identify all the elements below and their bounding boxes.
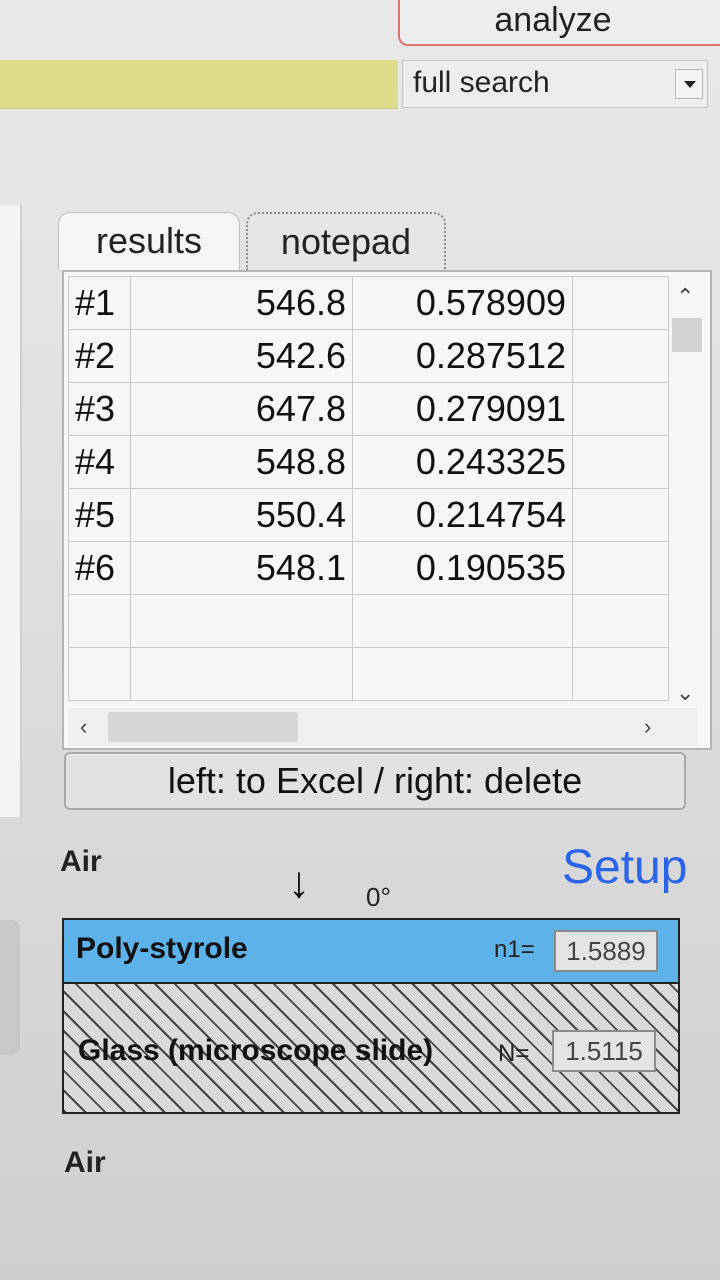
table-row[interactable]: #1 546.8 0.578909 [68, 276, 669, 330]
row-value[interactable]: 0.243325 [352, 435, 573, 489]
horizontal-scroll-thumb[interactable] [108, 712, 298, 742]
left-panel-edge [0, 205, 22, 817]
row-value[interactable]: 0.578909 [352, 276, 573, 330]
empty-cell[interactable] [352, 647, 573, 701]
row-wavelength[interactable]: 548.8 [130, 435, 353, 489]
row-id[interactable]: #1 [68, 276, 131, 330]
chevron-right-icon[interactable]: › [644, 714, 651, 740]
row-id[interactable]: #5 [68, 488, 131, 542]
layer-poly-styrole[interactable]: Poly-styrole n1= 1.5889 [62, 918, 680, 984]
row-empty-cell[interactable] [572, 329, 669, 383]
excel-delete-button[interactable]: left: to Excel / right: delete [64, 752, 686, 810]
empty-cell[interactable] [68, 594, 131, 648]
tab-notepad-label: notepad [280, 221, 412, 262]
search-input[interactable] [0, 60, 398, 109]
layer-name: Poly-styrole [76, 932, 248, 965]
layer-glass[interactable]: Glass (microscope slide) N= 1.5115 [62, 984, 680, 1114]
row-id[interactable]: #4 [68, 435, 131, 489]
layer-name: Glass (microscope slide) [78, 1034, 434, 1067]
row-wavelength[interactable]: 546.8 [130, 276, 353, 330]
table-row[interactable] [68, 594, 669, 648]
row-empty-cell[interactable] [572, 276, 669, 330]
setup-link[interactable]: Setup [562, 840, 687, 895]
incidence-angle: 0° [366, 882, 391, 912]
n-label: n1= [494, 936, 535, 963]
row-value[interactable]: 0.287512 [352, 329, 573, 383]
row-value[interactable]: 0.214754 [352, 488, 573, 542]
table-row[interactable]: #6 548.1 0.190535 [68, 541, 669, 595]
chevron-down-icon[interactable] [675, 69, 703, 99]
bottom-medium-label: Air [64, 1146, 106, 1179]
row-empty-cell[interactable] [572, 488, 669, 542]
analyze-button[interactable]: analyze [398, 0, 720, 46]
empty-cell[interactable] [130, 647, 353, 701]
tab-notepad[interactable]: notepad [246, 212, 446, 270]
table-row[interactable]: #2 542.6 0.287512 [68, 329, 669, 383]
row-empty-cell[interactable] [572, 435, 669, 489]
chevron-left-icon[interactable]: ‹ [80, 714, 87, 740]
search-mode-value: full search [413, 66, 550, 99]
empty-cell[interactable] [572, 647, 669, 701]
empty-cell[interactable] [572, 594, 669, 648]
table-row[interactable]: #5 550.4 0.214754 [68, 488, 669, 542]
left-button-edge[interactable] [0, 920, 20, 1055]
empty-cell[interactable] [352, 594, 573, 648]
n-substrate-field[interactable]: 1.5115 [552, 1030, 656, 1072]
tab-results[interactable]: results [58, 212, 240, 270]
chevron-up-icon[interactable]: ⌃ [676, 284, 694, 310]
row-empty-cell[interactable] [572, 541, 669, 595]
table-row[interactable] [68, 647, 669, 701]
table-row[interactable]: #4 548.8 0.243325 [68, 435, 669, 489]
n1-field[interactable]: 1.5889 [554, 930, 658, 972]
row-wavelength[interactable]: 550.4 [130, 488, 353, 542]
row-id[interactable]: #6 [68, 541, 131, 595]
n-label: N= [498, 1040, 530, 1067]
empty-cell[interactable] [68, 647, 131, 701]
row-value[interactable]: 0.190535 [352, 541, 573, 595]
row-empty-cell[interactable] [572, 382, 669, 436]
row-id[interactable]: #2 [68, 329, 131, 383]
top-medium-label: Air [60, 845, 102, 878]
row-value[interactable]: 0.279091 [352, 382, 573, 436]
row-wavelength[interactable]: 542.6 [130, 329, 353, 383]
search-mode-select[interactable]: full search [402, 60, 708, 108]
chevron-down-icon[interactable]: ⌄ [676, 680, 694, 706]
row-wavelength[interactable]: 548.1 [130, 541, 353, 595]
tab-results-label: results [95, 220, 203, 261]
empty-cell[interactable] [130, 594, 353, 648]
analyze-label: analyze [494, 1, 612, 39]
row-wavelength[interactable]: 647.8 [130, 382, 353, 436]
excel-delete-label: left: to Excel / right: delete [167, 760, 583, 801]
vertical-scroll-thumb[interactable] [672, 318, 702, 352]
row-id[interactable]: #3 [68, 382, 131, 436]
incidence-arrow-icon: ↓ [288, 858, 310, 907]
results-table: #1 546.8 0.578909 #2 542.6 0.287512 #3 6… [62, 270, 712, 750]
table-row[interactable]: #3 647.8 0.279091 [68, 382, 669, 436]
results-grid: #1 546.8 0.578909 #2 542.6 0.287512 #3 6… [68, 276, 669, 701]
